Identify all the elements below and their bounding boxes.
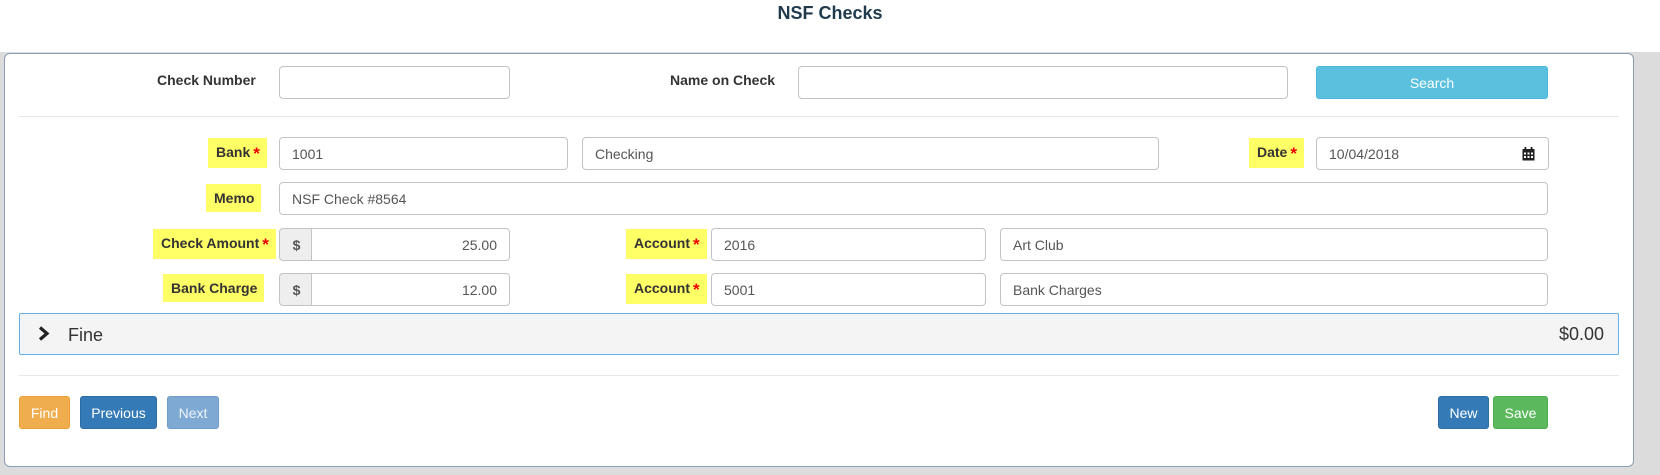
previous-button[interactable]: Previous	[80, 396, 157, 429]
fine-label: Fine	[68, 325, 104, 345]
bank-name-input[interactable]	[582, 137, 1159, 170]
date-label: Date *	[1249, 138, 1304, 168]
check-account-code-input[interactable]	[711, 228, 986, 261]
bank-code-input[interactable]	[279, 137, 568, 170]
required-marker: *	[253, 144, 260, 163]
name-on-check-input[interactable]	[798, 66, 1288, 99]
check-number-input[interactable]	[279, 66, 510, 99]
check-account-name-input[interactable]	[1000, 228, 1548, 261]
charge-account-code-input[interactable]	[711, 273, 986, 306]
save-button[interactable]: Save	[1493, 396, 1548, 429]
fine-accordion-header[interactable]: Fine $0.00	[19, 313, 1619, 355]
date-input[interactable]	[1316, 137, 1510, 170]
memo-label: Memo	[206, 184, 262, 212]
memo-input[interactable]	[279, 182, 1548, 215]
charge-account-name-input[interactable]	[1000, 273, 1548, 306]
charge-account-label: Account *	[626, 274, 707, 304]
bank-charge-currency-addon: $	[279, 273, 313, 306]
search-divider	[19, 116, 1619, 117]
bank-charge-label: Bank Charge	[163, 274, 265, 302]
find-button[interactable]: Find	[19, 396, 70, 429]
charge-account-label-text: Account	[634, 280, 690, 296]
nsf-check-form-panel: Check Number Name on Check Search Bank * …	[4, 53, 1634, 467]
check-amount-label-text: Check Amount	[161, 235, 260, 251]
page-title: NSF Checks	[777, 3, 883, 23]
calendar-button[interactable]	[1509, 137, 1549, 170]
check-amount-input[interactable]	[311, 228, 510, 261]
next-button[interactable]: Next	[167, 396, 219, 429]
name-on-check-label: Name on Check	[670, 72, 776, 88]
required-marker: *	[1290, 144, 1297, 163]
actions-divider	[19, 375, 1619, 376]
fine-amount: $0.00	[1558, 324, 1604, 344]
check-amount-currency-addon: $	[279, 228, 313, 261]
search-button[interactable]: Search	[1316, 66, 1548, 99]
new-button[interactable]: New	[1438, 396, 1489, 429]
calendar-icon	[1522, 146, 1535, 160]
check-amount-label: Check Amount *	[153, 229, 276, 259]
bank-label-text: Bank	[216, 144, 251, 160]
date-label-text: Date	[1257, 144, 1288, 160]
check-number-label: Check Number	[157, 72, 256, 88]
check-account-label: Account *	[626, 229, 707, 259]
required-marker: *	[693, 235, 700, 254]
chevron-right-icon	[38, 326, 50, 341]
bank-charge-input[interactable]	[311, 273, 510, 306]
required-marker: *	[693, 280, 700, 299]
page-header: NSF Checks	[0, 0, 1660, 52]
required-marker: *	[262, 235, 269, 254]
check-account-label-text: Account	[634, 235, 690, 251]
bank-label: Bank *	[208, 138, 267, 168]
